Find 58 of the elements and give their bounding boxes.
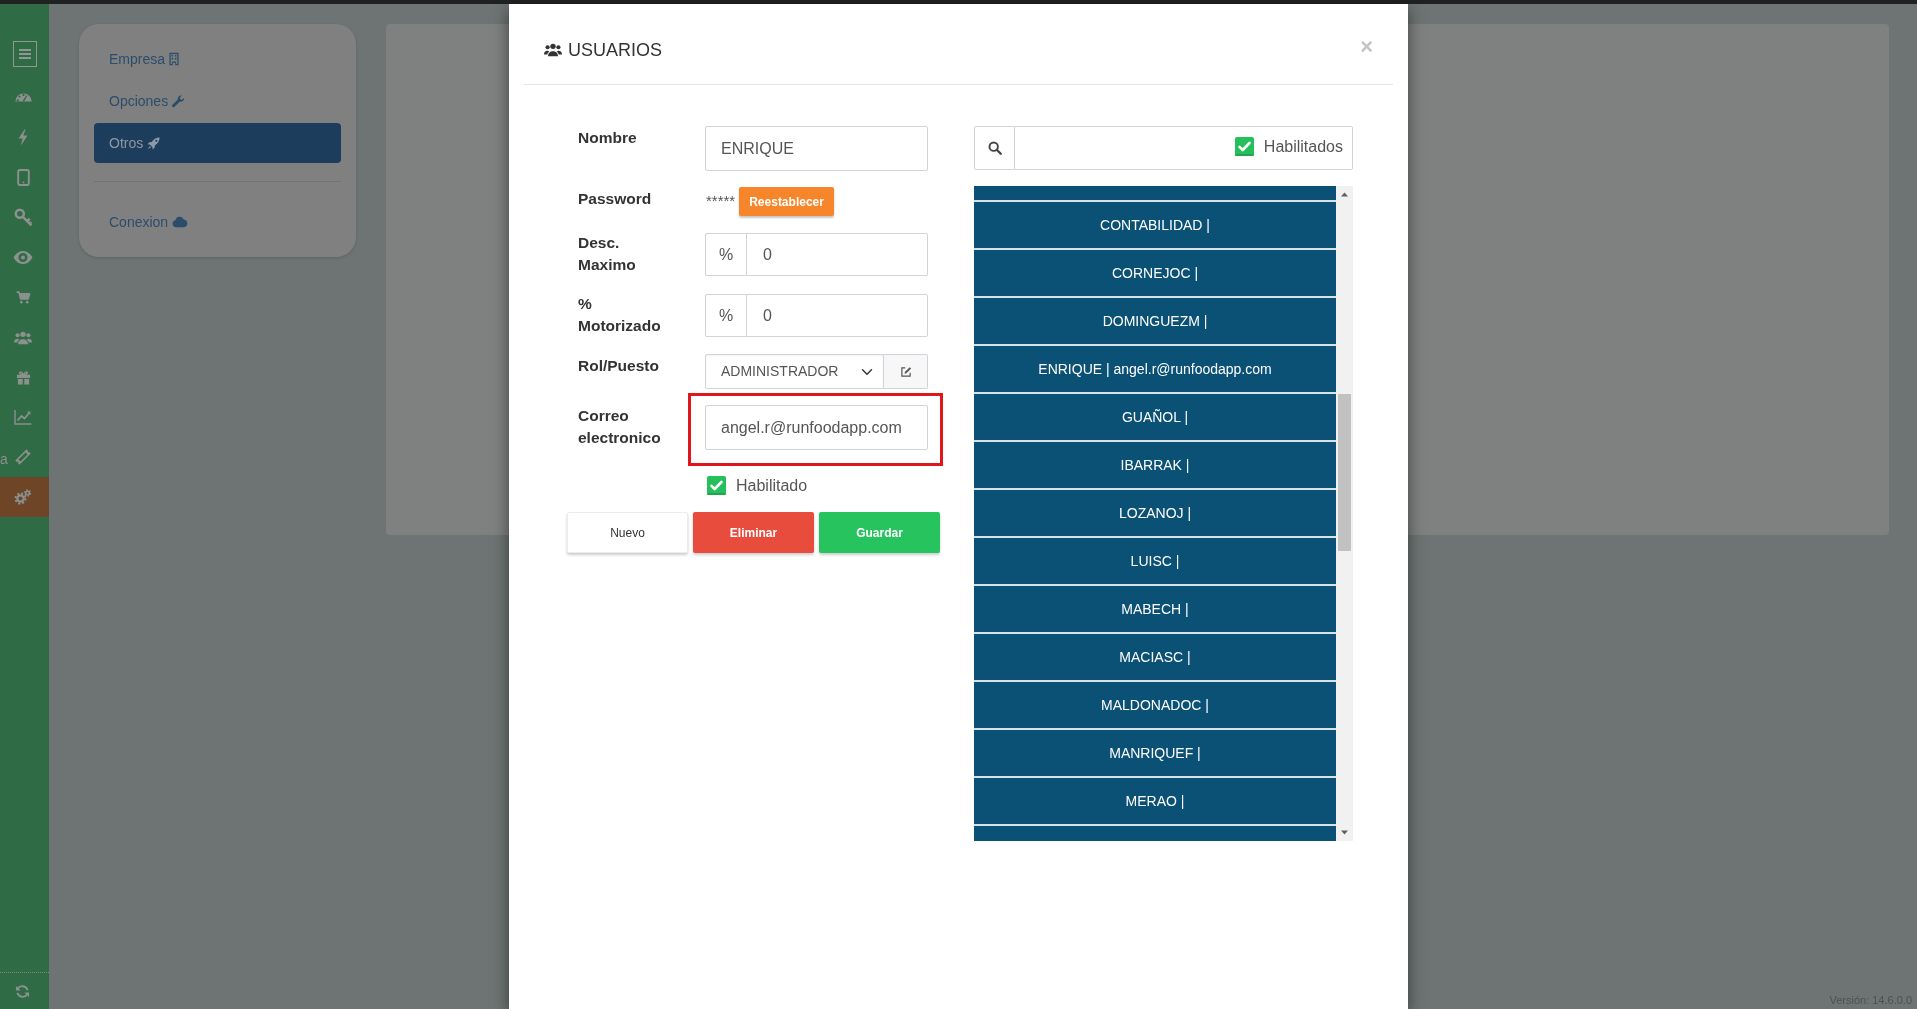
user-list-item[interactable]: CONTABILIDAD | [974, 202, 1336, 248]
field-label: Nombre [578, 128, 637, 148]
input-field[interactable]: 0 [746, 233, 928, 276]
user-list-item[interactable]: MERAO | [974, 778, 1336, 824]
menu-toggle[interactable] [13, 41, 37, 67]
cart-icon [15, 290, 31, 304]
dialog-title: USUARIOS [568, 39, 663, 61]
user-list-item[interactable]: MALDONADOC | [974, 682, 1336, 728]
cloud-icon [172, 216, 189, 228]
user-list-item[interactable]: MACIASC | [974, 634, 1336, 680]
user-list-item[interactable]: GUAÑOL | [974, 394, 1336, 440]
gift-icon [15, 369, 31, 385]
scrollbar[interactable] [1336, 186, 1353, 841]
gears-icon [14, 489, 32, 505]
users-icon [544, 42, 562, 57]
key-icon [13, 207, 33, 227]
rocket-icon [147, 136, 161, 150]
refresh-button[interactable] [15, 983, 30, 999]
building-icon [169, 52, 180, 66]
bolt-icon [18, 128, 28, 146]
masked-password: ***** [706, 191, 736, 212]
menu-icon [19, 49, 31, 59]
user-list-item[interactable]: ENRIQUE | angel.r@runfoodapp.com [974, 346, 1336, 392]
tablet-icon [16, 168, 30, 186]
user-list-item[interactable]: LUISC | [974, 538, 1336, 584]
users-icon [14, 329, 32, 345]
checkbox[interactable] [707, 476, 726, 495]
user-list-item[interactable]: CORNEJOC | [974, 250, 1336, 296]
ticket-icon [15, 449, 31, 465]
edit-button[interactable] [884, 354, 928, 389]
user-list-item[interactable]: DOMINGUEZM | [974, 298, 1336, 344]
settings-menu-item[interactable]: Otros [94, 123, 341, 163]
search-icon [987, 141, 1002, 155]
field-label: % Motorizado [578, 294, 662, 336]
field-label: Correo electronico [578, 406, 662, 448]
field-label: Rol/Puesto [578, 356, 659, 376]
field-label: Password [578, 189, 652, 209]
edit-icon [899, 365, 912, 378]
input-field[interactable]: angel.r@runfoodapp.com [705, 405, 928, 450]
new-button[interactable]: Nuevo [567, 512, 688, 553]
input-field[interactable]: 0 [746, 294, 928, 337]
user-list-item[interactable]: MABECH | [974, 586, 1336, 632]
input-field[interactable]: ENRIQUE [705, 126, 928, 171]
user-list-item[interactable]: IBARRAK | [974, 442, 1336, 488]
user-list-item[interactable]: LOZANOJ | [974, 490, 1336, 536]
search-field[interactable] [1015, 126, 1235, 170]
checkbox-label: Habilitados [1263, 136, 1343, 156]
role-select[interactable]: ADMINISTRADOR [705, 354, 884, 389]
wrench-icon [172, 94, 186, 108]
refresh-icon [15, 983, 30, 999]
delete-button[interactable]: Eliminar [693, 512, 814, 553]
eye-icon [13, 249, 33, 265]
checkbox-label: Habilitado [736, 476, 808, 495]
user-list-item[interactable]: MANRIQUEF | [974, 730, 1336, 776]
line-chart-icon [14, 409, 32, 425]
gauge-icon [14, 92, 32, 102]
sidebar-button[interactable] [0, 477, 49, 517]
field-label: Desc. Maximo [578, 233, 637, 275]
